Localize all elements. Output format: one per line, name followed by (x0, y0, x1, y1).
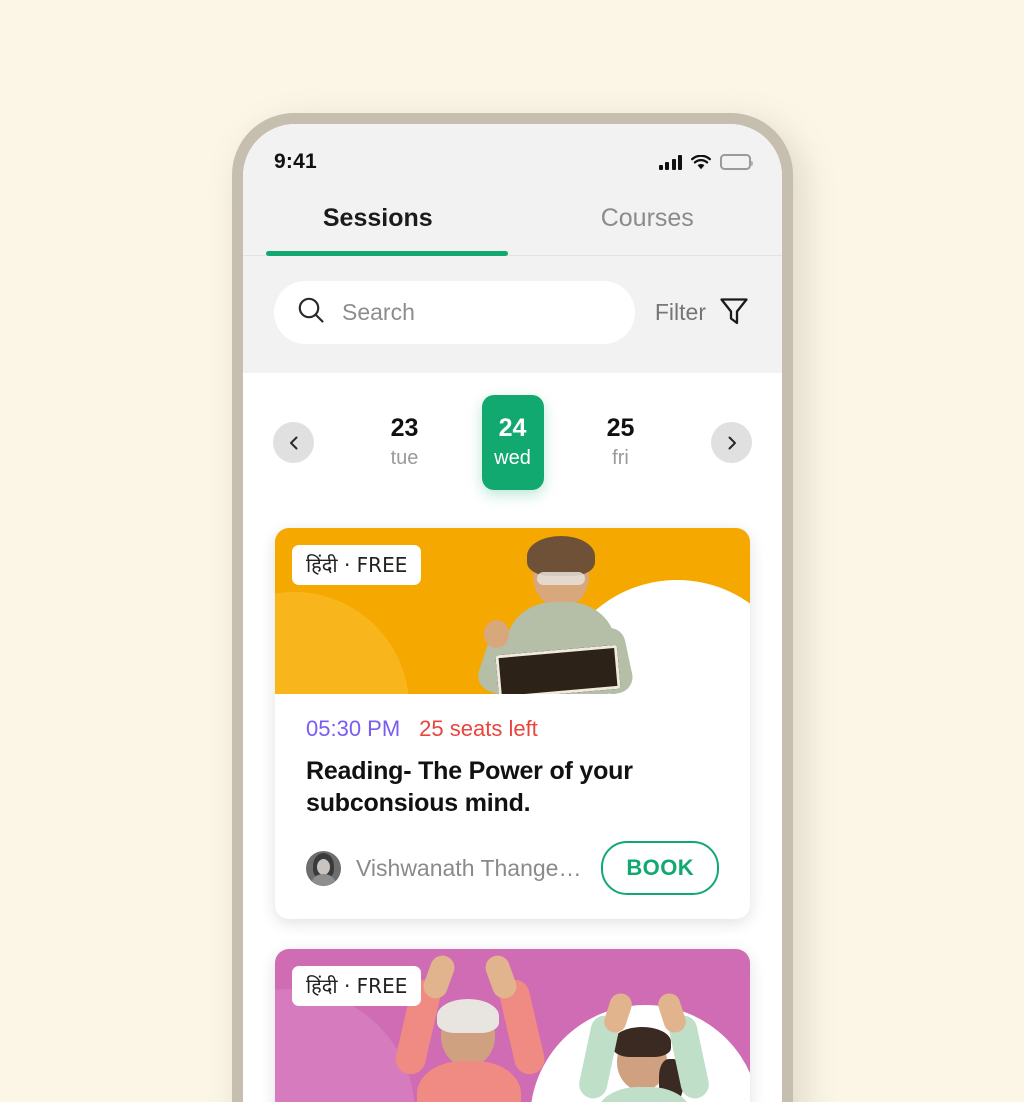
chevron-right-icon (728, 436, 736, 450)
session-seats-left: 25 seats left (419, 716, 538, 742)
date-list: 23 tue 24 wed 25 fri (374, 395, 652, 491)
tab-sessions[interactable]: Sessions (243, 186, 513, 255)
wifi-icon (691, 154, 711, 170)
book-button[interactable]: BOOK (601, 841, 719, 896)
date-number: 25 (606, 414, 635, 442)
phone-device-frame: 9:41 Sessions Courses Search Filter 23 t… (232, 113, 793, 1102)
session-host-name: Vishwanath Thange & Ro... (356, 854, 586, 881)
date-picker: 23 tue 24 wed 25 fri (243, 373, 782, 515)
hero-decor-circle-left (275, 989, 415, 1102)
hero-decor-circle-left (275, 592, 409, 695)
search-box[interactable] (274, 281, 635, 344)
cellular-bars-icon (658, 154, 682, 170)
status-clock: 9:41 (274, 150, 317, 173)
date-weekday: wed (494, 447, 531, 470)
session-card-body: 05:30 PM 25 seats left Reading- The Powe… (275, 694, 750, 919)
tab-bar: Sessions Courses (243, 186, 782, 256)
session-hero-image: हिंदी · FREE (275, 528, 750, 695)
phone-screen: 9:41 Sessions Courses Search Filter 23 t… (243, 124, 782, 1102)
host-avatar (306, 850, 341, 886)
date-weekday: fri (612, 447, 629, 470)
search-icon (296, 295, 326, 330)
date-next-button[interactable] (711, 422, 752, 464)
session-list: हिंदी · FREE 05:30 PM 25 seats left Read… (243, 514, 782, 1102)
date-option-23[interactable]: 23 tue (374, 401, 436, 484)
session-meta: 05:30 PM 25 seats left (306, 716, 719, 742)
date-weekday: tue (390, 447, 419, 470)
screenshot-canvas: 9:41 Sessions Courses Search Filter 23 t… (0, 0, 1024, 1102)
search-input[interactable] (342, 299, 613, 326)
filter-label: Filter (654, 299, 706, 325)
session-time: 05:30 PM (306, 716, 401, 742)
date-number: 23 (390, 414, 419, 442)
date-prev-button[interactable] (273, 422, 314, 464)
tab-courses[interactable]: Courses (513, 186, 783, 255)
session-card-yoga[interactable]: हिंदी · FREE (275, 949, 750, 1102)
date-number: 24 (498, 414, 527, 442)
battery-full-icon (720, 154, 753, 170)
date-option-25[interactable]: 25 fri (590, 401, 652, 484)
active-tab-indicator (266, 251, 508, 256)
session-badge: हिंदी · FREE (292, 545, 422, 586)
funnel-icon (717, 293, 751, 332)
date-option-24-selected[interactable]: 24 wed (481, 395, 544, 491)
session-hero-image: हिंदी · FREE (275, 949, 750, 1102)
session-title: Reading- The Power of your subconsious m… (306, 757, 633, 818)
status-bar: 9:41 (243, 124, 782, 186)
search-section: Filter (243, 256, 782, 373)
session-badge: हिंदी · FREE (292, 966, 422, 1007)
session-footer: Vishwanath Thange & Ro... BOOK (306, 841, 719, 896)
chevron-left-icon (289, 436, 297, 450)
status-icon-group (658, 154, 753, 170)
filter-button[interactable]: Filter (655, 293, 751, 332)
session-card-reading[interactable]: हिंदी · FREE 05:30 PM 25 seats left Read… (275, 528, 750, 920)
